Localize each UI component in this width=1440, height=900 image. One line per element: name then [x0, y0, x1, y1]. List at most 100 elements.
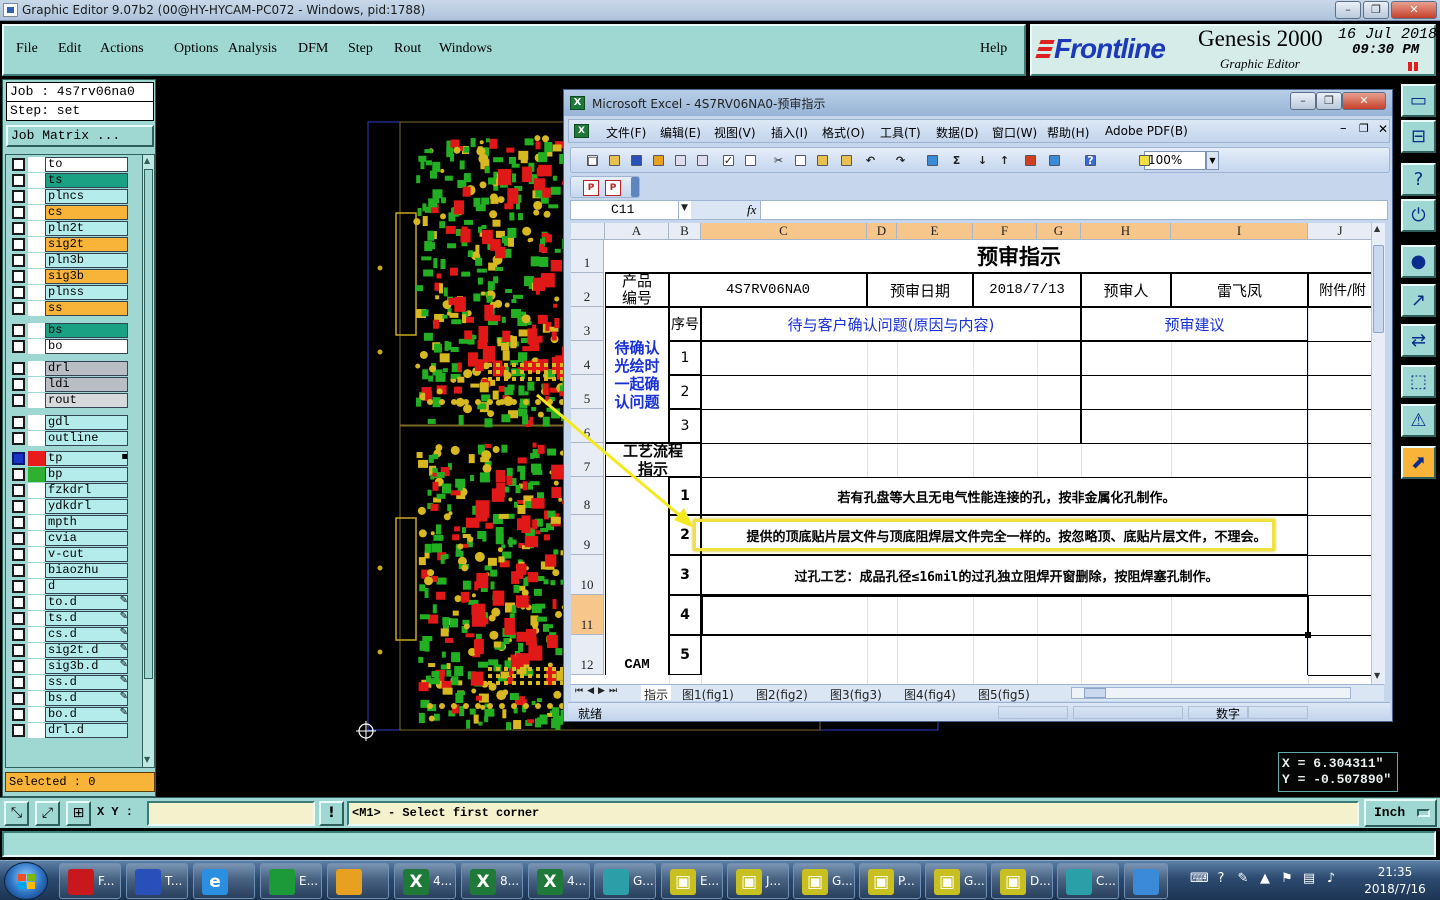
- cell-b11[interactable]: 4: [669, 595, 701, 635]
- layer-name[interactable]: sig3b.d: [45, 659, 128, 674]
- layer-row-rout[interactable]: rout: [12, 393, 130, 408]
- cell-a2[interactable]: 产品 编号: [605, 273, 669, 307]
- layer-checkbox[interactable]: [12, 324, 25, 337]
- cell-a7[interactable]: 工艺流程 指示: [605, 443, 701, 477]
- taskbar-item[interactable]: T...: [126, 863, 188, 899]
- cell-c10[interactable]: 过孔工艺：成品孔径≤16mil的过孔独立阻焊开窗删除，按阻焊塞孔制作。: [701, 555, 1308, 595]
- column-header-g[interactable]: G: [1037, 223, 1081, 240]
- zoom-area-icon[interactable]: ⤡: [4, 801, 29, 826]
- layer-row-tp[interactable]: tp ▪: [12, 451, 130, 466]
- layer-checkbox[interactable]: [12, 254, 25, 267]
- layer-checkbox[interactable]: [12, 516, 25, 529]
- format-painter-icon[interactable]: [838, 152, 855, 169]
- row-header-4[interactable]: 4: [571, 341, 604, 375]
- undo-icon[interactable]: ↶: [862, 152, 879, 169]
- layer-name[interactable]: bo.d: [45, 707, 128, 722]
- excel-menu-item[interactable]: 格式(O): [822, 124, 865, 141]
- layer-color-swatch[interactable]: [28, 415, 45, 430]
- row-header-9[interactable]: 9: [571, 515, 604, 555]
- selection-tool-icon[interactable]: ⬈: [1401, 446, 1436, 479]
- cell-c2[interactable]: 4S7RV06NA0: [669, 273, 867, 307]
- cell-f2[interactable]: 2018/7/13: [973, 273, 1081, 307]
- layer-name[interactable]: pln3b: [45, 253, 128, 268]
- layer-checkbox[interactable]: [12, 270, 25, 283]
- compare-icon[interactable]: ⇄: [1401, 324, 1436, 357]
- layer-checkbox[interactable]: [12, 416, 25, 429]
- layer-name[interactable]: ldi: [45, 377, 128, 392]
- scroll-down-icon[interactable]: ▼: [144, 755, 153, 765]
- layer-color-swatch[interactable]: [28, 221, 45, 236]
- excel-minimize-button[interactable]: –: [1290, 92, 1316, 110]
- layer-checkbox[interactable]: [12, 174, 25, 187]
- fill-color-icon[interactable]: [1136, 152, 1153, 169]
- menu-actions[interactable]: Actions: [100, 41, 144, 57]
- layer-checkbox[interactable]: [12, 532, 25, 545]
- menu-analysis[interactable]: Analysis: [228, 41, 277, 57]
- print-icon[interactable]: [672, 152, 689, 169]
- layer-color-swatch[interactable]: [28, 483, 45, 498]
- view-window-icon[interactable]: ▭: [1401, 84, 1436, 117]
- scroll-up-icon[interactable]: ▲: [144, 156, 153, 166]
- menu-dfm[interactable]: DFM: [298, 41, 328, 57]
- layer-color-swatch[interactable]: [28, 361, 45, 376]
- layer-row-outline[interactable]: outline: [12, 431, 130, 446]
- layer-color-swatch[interactable]: [28, 691, 45, 706]
- layer-row-cvia[interactable]: cvia: [12, 531, 130, 546]
- layer-name[interactable]: rout: [45, 393, 128, 408]
- layer-color-swatch[interactable]: [28, 377, 45, 392]
- taskbar-item[interactable]: C...: [1057, 863, 1119, 899]
- selected-cell-border[interactable]: [701, 595, 1309, 636]
- layer-row-to[interactable]: to: [12, 157, 130, 172]
- chart-wizard-icon[interactable]: [1022, 152, 1039, 169]
- scroll-down-icon[interactable]: ▼: [1374, 671, 1380, 680]
- column-header-e[interactable]: E: [897, 223, 973, 240]
- layer-checkbox[interactable]: [12, 378, 25, 391]
- menu-step[interactable]: Step: [348, 41, 373, 57]
- name-box[interactable]: C11: [571, 201, 679, 219]
- layer-row-ldi[interactable]: ldi: [12, 377, 130, 392]
- units-dropdown-icon[interactable]: [1417, 809, 1430, 817]
- layer-row-bo.d[interactable]: bo.d ✎: [12, 707, 130, 722]
- layer-color-swatch[interactable]: [28, 531, 45, 546]
- layer-row-v-cut[interactable]: v-cut: [12, 547, 130, 562]
- layer-checkbox[interactable]: [12, 692, 25, 705]
- sort-descending-icon[interactable]: ↑: [996, 152, 1013, 169]
- workbook-minimize-icon[interactable]: –: [1340, 121, 1347, 136]
- menu-windows[interactable]: Windows: [439, 41, 492, 57]
- help-tray-icon[interactable]: ?: [1212, 870, 1230, 888]
- layer-name[interactable]: sig2t: [45, 237, 128, 252]
- close-button[interactable]: ✕: [1391, 1, 1437, 19]
- layer-row-gdl[interactable]: gdl: [12, 415, 130, 430]
- layer-name[interactable]: d: [45, 579, 128, 594]
- cell-b10[interactable]: 3: [669, 555, 701, 595]
- convert-to-pdf-icon[interactable]: P: [583, 180, 599, 196]
- horizontal-scroll-thumb[interactable]: [1084, 688, 1106, 698]
- sheet-tab[interactable]: 图5(fig5): [975, 685, 1033, 702]
- layer-checkbox[interactable]: [12, 580, 25, 593]
- cell-h2[interactable]: 预审人: [1081, 273, 1171, 307]
- redo-icon[interactable]: ↷: [892, 152, 909, 169]
- layer-checkbox[interactable]: [12, 394, 25, 407]
- layer-row-drl[interactable]: drl: [12, 361, 130, 376]
- route-icon[interactable]: ↗: [1401, 284, 1436, 317]
- cell-b6[interactable]: 3: [669, 409, 701, 443]
- layer-list-scrollbar[interactable]: ▲ ▼: [142, 155, 154, 767]
- layer-row-ts.d[interactable]: ts.d ✎: [12, 611, 130, 626]
- snap-icon[interactable]: ⊟: [1401, 120, 1436, 153]
- units-selector[interactable]: Inch: [1364, 799, 1437, 827]
- row-header-8[interactable]: 8: [571, 477, 604, 515]
- drawing-icon[interactable]: [1046, 152, 1063, 169]
- excel-menu-item[interactable]: 文件(F): [606, 124, 646, 141]
- layer-checkbox[interactable]: [12, 500, 25, 513]
- layer-checkbox[interactable]: [12, 596, 25, 609]
- sheet-tab[interactable]: 图3(fig3): [827, 685, 885, 702]
- layer-color-swatch[interactable]: [28, 675, 45, 690]
- layer-color-swatch[interactable]: [28, 611, 45, 626]
- row-header-11[interactable]: 11: [571, 595, 604, 635]
- formula-input[interactable]: [763, 201, 1387, 219]
- layer-name[interactable]: sig2t.d: [45, 643, 128, 658]
- pen-icon[interactable]: ✎: [1234, 870, 1252, 888]
- vertical-scrollbar[interactable]: ▲ ▼: [1371, 223, 1385, 684]
- layer-name[interactable]: sig3b: [45, 269, 128, 284]
- layer-checkbox[interactable]: [12, 362, 25, 375]
